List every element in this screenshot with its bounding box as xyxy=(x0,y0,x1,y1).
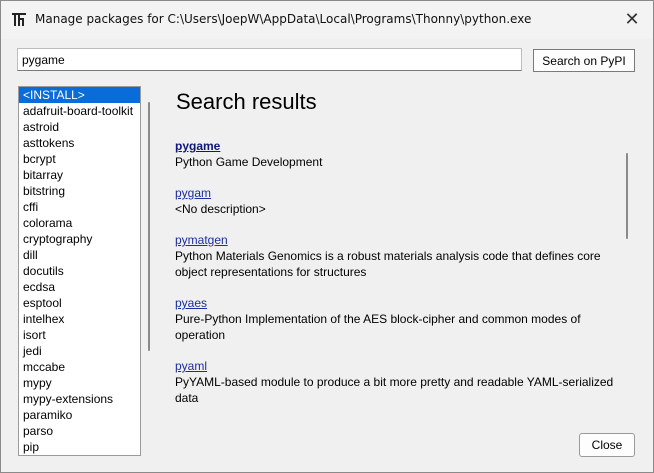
result-package-link[interactable]: pyaml xyxy=(175,359,615,374)
result-description: <No description> xyxy=(175,202,266,216)
package-list-item[interactable]: docutils xyxy=(19,263,140,279)
result-description: PyYAML-based module to produce a bit mor… xyxy=(175,375,614,405)
search-result: pyaml PyYAML-based module to produce a bi… xyxy=(175,359,615,406)
package-list-item[interactable]: paramiko xyxy=(19,407,140,423)
result-description: Pure-Python Implementation of the AES bl… xyxy=(175,312,581,342)
package-list[interactable]: <INSTALL> adafruit-board-toolkit astroid as… xyxy=(18,86,141,456)
package-list-item[interactable]: astroid xyxy=(19,119,140,135)
window-title: Manage packages for C:\Users\JoepW\AppDa… xyxy=(35,12,532,26)
package-list-item[interactable]: mypy-extensions xyxy=(19,391,140,407)
package-list-item[interactable]: colorama xyxy=(19,215,140,231)
package-list-item[interactable]: cryptography xyxy=(19,231,140,247)
package-list-item[interactable]: isort xyxy=(19,327,140,343)
search-pypi-button[interactable]: Search on PyPI xyxy=(533,49,635,72)
close-button[interactable]: Close xyxy=(579,433,635,457)
package-list-scrollbar[interactable] xyxy=(148,102,150,351)
thonny-app-icon xyxy=(12,13,26,26)
package-list-item[interactable]: adafruit-board-toolkit xyxy=(19,103,140,119)
package-list-item[interactable]: cffi xyxy=(19,199,140,215)
package-list-item[interactable]: bitstring xyxy=(19,183,140,199)
package-list-item[interactable]: jedi xyxy=(19,343,140,359)
title-bar: Manage packages for C:\Users\JoepW\AppDa… xyxy=(1,1,653,39)
package-list-item[interactable]: <INSTALL> xyxy=(19,87,140,103)
result-package-link[interactable]: pymatgen xyxy=(175,233,615,248)
search-result: pymatgen Python Materials Genomics is a r… xyxy=(175,233,615,280)
search-result: pygame Python Game Development xyxy=(175,139,615,170)
package-list-item[interactable]: bcrypt xyxy=(19,151,140,167)
close-icon[interactable]: ✕ xyxy=(621,9,643,31)
search-result: pygam <No description> xyxy=(175,186,615,217)
package-list-item[interactable]: asttokens xyxy=(19,135,140,151)
package-list-item[interactable]: dill xyxy=(19,247,140,263)
manage-packages-dialog: Manage packages for C:\Users\JoepW\AppDa… xyxy=(0,0,654,473)
package-list-item[interactable]: intelhex xyxy=(19,311,140,327)
result-package-link[interactable]: pyaes xyxy=(175,296,615,311)
package-list-item[interactable]: ecdsa xyxy=(19,279,140,295)
results-heading: Search results xyxy=(176,89,317,114)
result-package-link[interactable]: pygam xyxy=(175,186,615,201)
search-input[interactable] xyxy=(17,48,522,71)
result-package-link[interactable]: pygame xyxy=(175,139,615,154)
search-result: pyaes Pure-Python Implementation of the A… xyxy=(175,296,615,343)
package-list-item[interactable]: pip xyxy=(19,439,140,455)
package-list-item[interactable]: parso xyxy=(19,423,140,439)
results-scrollbar[interactable] xyxy=(626,153,628,239)
package-list-item[interactable]: mypy xyxy=(19,375,140,391)
package-list-item[interactable]: mccabe xyxy=(19,359,140,375)
package-list-item[interactable]: bitarray xyxy=(19,167,140,183)
search-results: pygame Python Game Development pygam <No de… xyxy=(175,139,615,421)
package-list-item[interactable]: esptool xyxy=(19,295,140,311)
result-description: Python Materials Genomics is a robust ma… xyxy=(175,249,601,279)
result-description: Python Game Development xyxy=(175,155,323,169)
